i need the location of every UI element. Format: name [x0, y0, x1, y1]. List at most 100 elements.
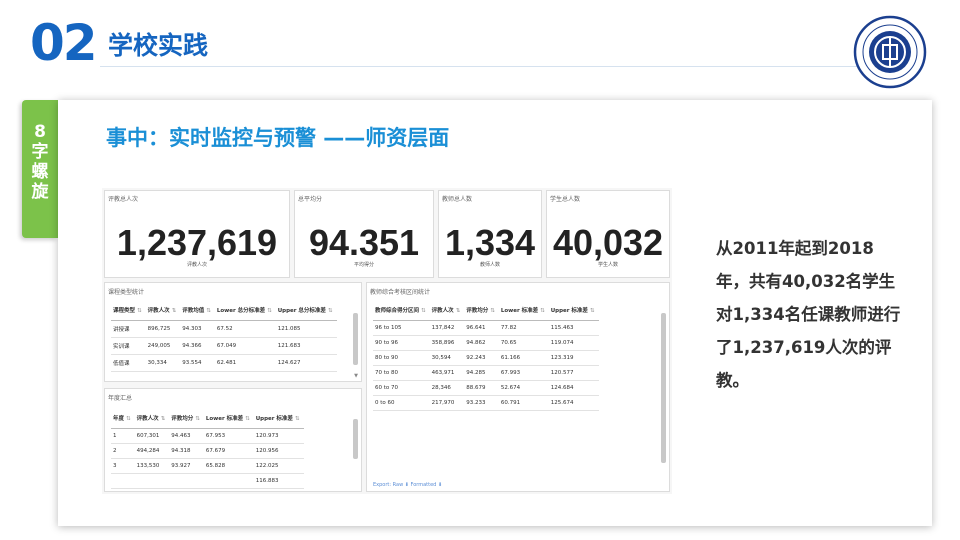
table-cell: 92.243: [464, 350, 499, 366]
table-cell: 116.883: [253, 473, 304, 489]
table-cell: 80 to 90: [373, 350, 430, 366]
score-range-table: 教师综合得分区间 ⇅ 评教人次 ⇅ 评教均分 ⇅ Lower 标准差 ⇅ Upper 标…: [373, 301, 599, 411]
vertical-scrollbar[interactable]: [353, 313, 358, 365]
column-header[interactable]: 评教人次 ⇅: [134, 409, 170, 429]
table-cell: 1: [111, 428, 135, 444]
table-cell: 60.791: [498, 395, 549, 411]
column-header[interactable]: Lower 总分标准差 ⇅: [214, 301, 276, 321]
kpi-average-score: 总平均分 94.351 平均得分: [294, 190, 434, 278]
column-header[interactable]: Lower 标准差 ⇅: [498, 301, 549, 321]
table-cell: 133,530: [134, 458, 170, 474]
table-cell: 0 to 60: [373, 395, 430, 411]
column-header[interactable]: Upper 标准差 ⇅: [253, 409, 304, 429]
table-cell: 讲授课: [111, 320, 146, 338]
panel-title: 教师综合考核区间统计: [370, 289, 431, 296]
table-cell: 896,725: [145, 320, 181, 338]
panel-title: 课程类型统计: [108, 289, 145, 296]
kpi-value: 40,032: [552, 222, 664, 263]
column-header[interactable]: 评教均值 ⇅: [180, 301, 215, 321]
table-cell: 60 to 70: [373, 380, 430, 396]
table-cell: 125.674: [548, 395, 599, 411]
table-cell: 120.973: [253, 428, 304, 444]
table-row: 60 to 70 28,346 88.679 52.674 124.684: [373, 380, 599, 396]
course-type-table: 课程类型 ⇅ 评教人次 ⇅ 评教均值 ⇅ Lower 总分标准差 ⇅ Upper 总分标…: [111, 301, 337, 372]
school-logo: [853, 15, 927, 89]
column-header[interactable]: Upper 总分标准差 ⇅: [275, 301, 337, 321]
kpi-sublabel: 学生人数: [597, 262, 618, 268]
table-cell: 62.481: [214, 354, 276, 372]
kpi-label: 总平均分: [298, 196, 323, 203]
vertical-scrollbar[interactable]: [661, 313, 666, 463]
spiral-side-tag: 8 字 螺 旋: [22, 100, 58, 238]
kpi-total-evaluations: 评教总人次 1,237,619 评教人次: [104, 190, 290, 278]
table-cell: 67.049: [214, 337, 276, 355]
table-cell: 28,346: [429, 380, 465, 396]
kpi-student-count: 学生总人数 40,032 学生人数: [546, 190, 670, 278]
column-header[interactable]: 评教均分 ⇅: [464, 301, 499, 321]
summary-text: 从2011年起到2018年，共有40,032名学生对1,334名任课教师进行了1…: [716, 239, 901, 390]
panel-title: 年度汇总: [108, 395, 133, 402]
table-cell: 90 to 96: [373, 335, 430, 351]
dashboard-screenshot: 评教总人次 1,237,619 评教人次 总平均分 94.351 平均得分 教师…: [102, 188, 672, 494]
column-header[interactable]: 教师综合得分区间 ⇅: [373, 301, 430, 321]
table-cell: 88.679: [464, 380, 499, 396]
kpi-label: 学生总人数: [550, 196, 581, 203]
column-header[interactable]: 评教人次 ⇅: [145, 301, 181, 321]
table-cell: 低值课: [111, 354, 146, 372]
table-row: 90 to 96 358,896 94.862 70.65 119.074: [373, 335, 599, 351]
table-header-row: 课程类型 ⇅ 评教人次 ⇅ 评教均值 ⇅ Lower 总分标准差 ⇅ Upper 总分标…: [111, 301, 337, 321]
table-cell: 93.554: [180, 354, 215, 372]
table-cell: [169, 473, 204, 489]
column-header[interactable]: 课程类型 ⇅: [111, 301, 146, 321]
table-cell: 94.366: [180, 337, 215, 355]
table-cell: 2: [111, 443, 135, 459]
table-row: 3 133,530 93.927 65.828 122.025: [111, 458, 304, 474]
kpi-value: 1,237,619: [116, 222, 278, 263]
table-cell: 124.684: [548, 380, 599, 396]
kpi-sublabel: 教师人数: [479, 262, 500, 268]
table-row: 80 to 90 30,594 92.243 61.166 123.319: [373, 350, 599, 366]
table-header-row: 年度 ⇅ 评教人次 ⇅ 评教均分 ⇅ Lower 标准差 ⇅ Upper 标准差 ⇅: [111, 409, 304, 429]
column-header[interactable]: 年度 ⇅: [111, 409, 135, 429]
yearly-summary-panel: 年度汇总 年度 ⇅ 评教人次 ⇅ 评教均分 ⇅ Lower 标准差 ⇅ Upper 标准…: [104, 388, 362, 492]
table-cell: 94.463: [169, 428, 204, 444]
table-cell: 93.233: [464, 395, 499, 411]
table-cell: 实训课: [111, 337, 146, 355]
table-cell: 94.318: [169, 443, 204, 459]
table-cell: 30,334: [145, 354, 181, 372]
table-cell: 77.82: [498, 320, 549, 336]
table-cell: 358,896: [429, 335, 465, 351]
table-cell: 67.679: [203, 443, 254, 459]
table-cell: 217,970: [429, 395, 465, 411]
column-header[interactable]: Upper 标准差 ⇅: [548, 301, 599, 321]
table-row: 96 to 105 137,842 96.641 77.82 115.463: [373, 320, 599, 336]
kpi-teacher-count: 教师总人数 1,334 教师人数: [438, 190, 542, 278]
kpi-label: 评教总人次: [108, 196, 139, 203]
side-tag-char: 旋: [31, 182, 49, 202]
table-cell: 65.828: [203, 458, 254, 474]
export-links[interactable]: Export: Raw ⬇ Formatted ⬇: [373, 482, 442, 488]
column-header[interactable]: 评教人次 ⇅: [429, 301, 465, 321]
vertical-scrollbar[interactable]: [353, 419, 358, 459]
table-row: 实训课 249,005 94.366 67.049 121.683: [111, 337, 337, 355]
table-cell: 249,005: [145, 337, 181, 355]
kpi-value: 1,334: [444, 222, 536, 263]
column-header[interactable]: Lower 标准差 ⇅: [203, 409, 254, 429]
table-row: 116.883: [111, 473, 304, 489]
scroll-down-arrow-icon[interactable]: ▼: [354, 373, 358, 379]
table-cell: 120.577: [548, 365, 599, 381]
kpi-sublabel: 平均得分: [353, 262, 374, 268]
table-cell: 121.683: [275, 337, 337, 355]
score-range-panel: 教师综合考核区间统计 教师综合得分区间 ⇅ 评教人次 ⇅ 评教均分 ⇅ Lower 标…: [366, 282, 670, 492]
table-cell: 67.953: [203, 428, 254, 444]
table-cell: 67.993: [498, 365, 549, 381]
table-cell: 123.319: [548, 350, 599, 366]
table-cell: 115.463: [548, 320, 599, 336]
table-cell: 494,284: [134, 443, 170, 459]
table-cell: 94.303: [180, 320, 215, 338]
table-cell: [203, 473, 254, 489]
column-header[interactable]: 评教均分 ⇅: [169, 409, 204, 429]
section-title: 学校实践: [108, 31, 209, 60]
side-tag-char: 螺: [31, 162, 49, 182]
table-cell: 94.285: [464, 365, 499, 381]
